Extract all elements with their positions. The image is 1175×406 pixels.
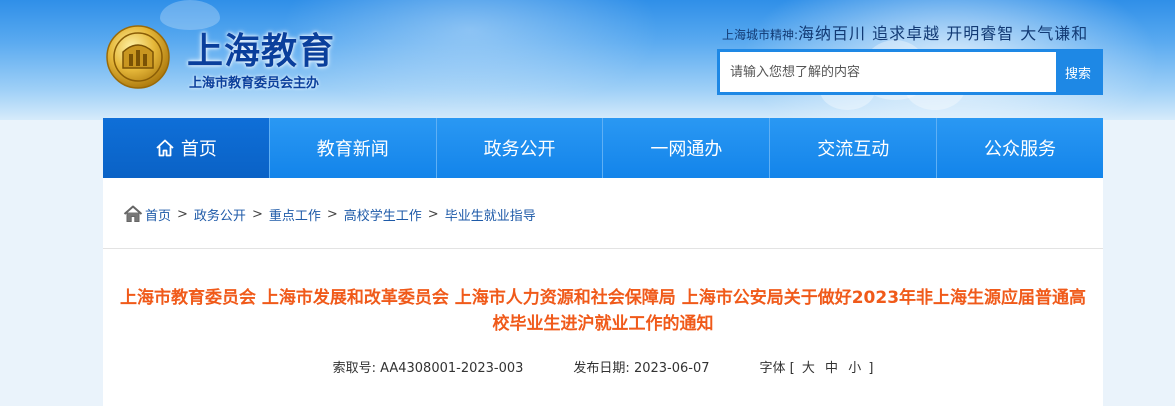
site-subtitle: 上海市教育委员会主办 (189, 76, 320, 91)
article-panel: 首页 > 政务公开 > 重点工作 > 高校学生工作 > 毕业生就业指导 上海市教… (103, 178, 1103, 406)
index-value: AA4308001-2023-003 (380, 361, 524, 376)
font-size-label: 字体 [ (759, 361, 795, 376)
home-icon (123, 205, 143, 223)
font-size-small[interactable]: 小 (848, 361, 861, 376)
motto-text: 海纳百川 追求卓越 开明睿智 大气谦和 (798, 24, 1089, 43)
date-label: 发布日期: (573, 361, 630, 376)
header-banner: 上海教育 上海市教育委员会主办 上海城市精神:海纳百川 追求卓越 开明睿智 大气… (0, 0, 1175, 120)
article-meta: 索取号: AA4308001-2023-003 发布日期: 2023-06-07… (103, 357, 1103, 376)
breadcrumb-link-key-work[interactable]: 重点工作 (269, 205, 321, 224)
breadcrumb-separator: > (326, 206, 338, 222)
breadcrumb-separator: > (427, 206, 439, 222)
nav-item-one-stop-service[interactable]: 一网通办 (603, 118, 771, 178)
search-box: 搜索 (717, 49, 1103, 95)
index-number: 索取号: AA4308001-2023-003 (333, 357, 524, 376)
breadcrumb-link-graduate-employment[interactable]: 毕业生就业指导 (445, 205, 536, 224)
main-nav: 首页 教育新闻 政务公开 一网通办 交流互动 公众服务 (103, 118, 1103, 178)
nav-item-interaction[interactable]: 交流互动 (770, 118, 938, 178)
home-icon (155, 138, 175, 158)
publish-date: 发布日期: 2023-06-07 (573, 357, 709, 376)
nav-item-label: 一网通办 (650, 139, 723, 160)
breadcrumb-separator: > (251, 206, 263, 222)
nav-item-label: 政务公开 (483, 139, 556, 160)
city-motto: 上海城市精神:海纳百川 追求卓越 开明睿智 大气谦和 (722, 20, 1088, 44)
breadcrumb-separator: > (177, 206, 188, 222)
breadcrumb-link-government-affairs[interactable]: 政务公开 (194, 205, 246, 224)
font-size-switcher: 字体 [ 大 中 小 ] (760, 357, 874, 376)
breadcrumb: 首页 > 政务公开 > 重点工作 > 高校学生工作 > 毕业生就业指导 (123, 204, 536, 224)
nav-item-education-news[interactable]: 教育新闻 (269, 118, 437, 178)
search-button[interactable]: 搜索 (1056, 52, 1100, 92)
nav-item-label: 教育新闻 (316, 139, 389, 160)
nav-item-label: 交流互动 (817, 139, 890, 160)
motto-label: 上海城市精神: (722, 28, 799, 42)
font-size-large[interactable]: 大 (802, 361, 815, 376)
nav-item-government-affairs[interactable]: 政务公开 (436, 118, 604, 178)
nav-item-label: 首页 (180, 139, 217, 160)
article-title: 上海市教育委员会 上海市发展和改革委员会 上海市人力资源和社会保障局 上海市公安… (119, 288, 1087, 334)
nav-item-public-services[interactable]: 公众服务 (937, 118, 1103, 178)
site-name: 上海教育 (187, 31, 336, 72)
breadcrumb-link-home[interactable]: 首页 (145, 205, 171, 224)
divider (103, 248, 1103, 249)
search-input[interactable] (720, 52, 1056, 92)
font-size-medium[interactable]: 中 (825, 361, 838, 376)
site-logo[interactable]: 上海教育 上海市教育委员会主办 (105, 20, 365, 100)
logo-seal-icon (106, 25, 170, 89)
index-label: 索取号: (332, 361, 376, 376)
nav-item-label: 公众服务 (984, 139, 1057, 160)
breadcrumb-link-university-students[interactable]: 高校学生工作 (344, 205, 422, 224)
font-size-close: ] (868, 361, 874, 376)
date-value: 2023-06-07 (633, 361, 710, 376)
nav-item-home[interactable]: 首页 (103, 118, 270, 178)
